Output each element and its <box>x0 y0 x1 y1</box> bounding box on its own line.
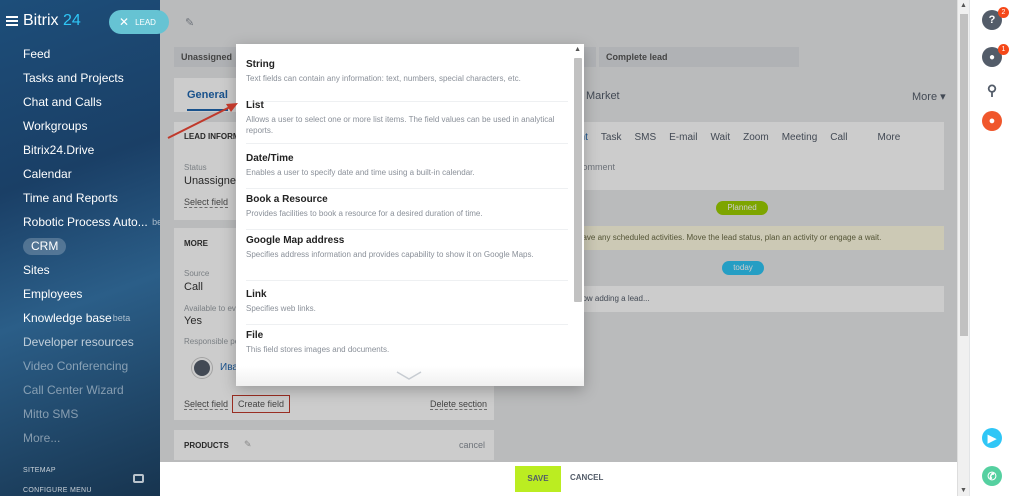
available-label: Available to eve <box>184 304 241 313</box>
tab-email[interactable]: E-mail <box>669 132 697 143</box>
sidebar-item-video[interactable]: Video Conferencing <box>0 356 160 380</box>
pencil-icon[interactable]: ✎ <box>244 439 252 450</box>
sidebar-item-drive[interactable]: Bitrix24.Drive <box>0 140 160 164</box>
annotation-arrow <box>167 103 238 139</box>
responsible-label: Responsible pe <box>184 337 240 346</box>
close-icon: ✕ <box>119 15 130 29</box>
avatar[interactable]: ● <box>982 111 1002 131</box>
section-title: MORE <box>184 239 208 248</box>
phone-icon[interactable]: ✆ <box>982 466 1002 486</box>
status-label: Status <box>184 163 207 172</box>
sidebar-item-knowledge-base[interactable]: Knowledge basebeta <box>0 308 160 332</box>
tab-more[interactable]: More <box>878 132 901 143</box>
chevron-down-icon: ▾ <box>940 91 946 103</box>
field-type-list[interactable]: List Allows a user to select one or more… <box>246 100 568 144</box>
avatar[interactable] <box>192 358 212 378</box>
sidebar-item-tasks[interactable]: Tasks and Projects <box>0 68 160 92</box>
search-icon[interactable]: ⚲ <box>982 80 1002 100</box>
left-sidebar: Bitrix 24 Feed Tasks and Projects Chat a… <box>0 0 160 496</box>
sidebar-item-crm[interactable]: CRM <box>0 236 160 260</box>
sitemap-link[interactable]: SITEMAP <box>23 467 56 474</box>
sidebar-item-feed[interactable]: Feed <box>0 44 160 68</box>
scroll-up-icon[interactable]: ▲ <box>574 46 581 53</box>
tab-market[interactable]: Market <box>586 90 620 102</box>
available-value[interactable]: Yes <box>184 315 202 327</box>
activity-editor: ent Task SMS E-mail Wait Zoom Meeting Ca… <box>574 122 944 190</box>
source-label: Source <box>184 269 210 278</box>
planned-badge: Planned <box>716 201 768 215</box>
configure-menu-link[interactable]: CONFIGURE MENU <box>23 487 92 494</box>
sidebar-item-sites[interactable]: Sites <box>0 260 160 284</box>
select-field-link[interactable]: Select field <box>184 399 229 410</box>
printer-icon[interactable] <box>133 474 144 483</box>
sidebar-item-developer[interactable]: Developer resources <box>0 332 160 356</box>
sidebar-item-chat[interactable]: Chat and Calls <box>0 92 160 116</box>
right-panel: ? 2 ● 1 ⚲ ● ▶ ✆ <box>969 0 1023 496</box>
status-value[interactable]: Unassigned <box>184 175 242 187</box>
open-lines-icon[interactable]: ▶ <box>982 428 1002 448</box>
scroll-down-icon[interactable]: ▼ <box>960 487 967 494</box>
tab-task[interactable]: Task <box>601 132 622 143</box>
scroll-up-icon[interactable]: ▲ <box>960 2 967 9</box>
sidebar-item-workgroups[interactable]: Workgroups <box>0 116 160 140</box>
logo[interactable]: Bitrix 24 <box>23 12 81 30</box>
help-badge: 2 <box>998 7 1009 18</box>
products-cancel-link[interactable]: cancel <box>459 440 485 450</box>
field-type-string[interactable]: String Text fields can contain any infor… <box>246 59 568 102</box>
create-field-button[interactable]: Create field <box>232 395 290 413</box>
chevron-down-icon[interactable] <box>396 371 422 381</box>
stage-complete-lead[interactable]: Complete lead <box>599 47 799 67</box>
menu-icon[interactable] <box>6 16 18 26</box>
sidebar-item-more[interactable]: More... <box>0 428 160 452</box>
no-activities-notice: have any scheduled activities. Move the … <box>574 226 944 250</box>
field-type-datetime[interactable]: Date/Time Enables a user to specify date… <box>246 153 568 189</box>
section-title: PRODUCTS <box>184 441 229 450</box>
sidebar-item-time-reports[interactable]: Time and Reports <box>0 188 160 212</box>
sidebar-item-rpa[interactable]: Robotic Process Auto... beta <box>0 212 160 236</box>
field-type-dropdown: String Text fields can contain any infor… <box>236 44 584 386</box>
today-badge: today <box>722 261 764 275</box>
tab-zoom[interactable]: Zoom <box>743 132 769 143</box>
tab-meeting[interactable]: Meeting <box>782 132 818 143</box>
tab-wait[interactable]: Wait <box>710 132 730 143</box>
field-type-google-map[interactable]: Google Map address Specifies address inf… <box>246 235 568 281</box>
source-value[interactable]: Call <box>184 281 203 293</box>
timeline-item: how adding a lead... <box>574 286 944 312</box>
dropdown-scrollbar[interactable] <box>574 58 582 302</box>
scrollbar-thumb[interactable] <box>960 14 968 336</box>
paperclip-icon[interactable]: ✎ <box>185 16 194 29</box>
sidebar-item-employees[interactable]: Employees <box>0 284 160 308</box>
tabs-more-button[interactable]: More ▾ <box>912 90 946 103</box>
lead-slider-button[interactable]: ✕ LEAD <box>109 10 169 34</box>
field-type-book-resource[interactable]: Book a Resource Provides facilities to b… <box>246 194 568 230</box>
sidebar-item-calendar[interactable]: Calendar <box>0 164 160 188</box>
tab-sms[interactable]: SMS <box>634 132 656 143</box>
page-scrollbar[interactable]: ▲ ▼ <box>957 0 969 496</box>
field-type-link[interactable]: Link Specifies web links. <box>246 289 568 325</box>
field-type-file[interactable]: File This field stores images and docume… <box>246 330 568 366</box>
delete-section-link[interactable]: Delete section <box>430 399 488 410</box>
sidebar-item-mitto-sms[interactable]: Mitto SMS <box>0 404 160 428</box>
sidebar-item-call-center[interactable]: Call Center Wizard <box>0 380 160 404</box>
select-field-link[interactable]: Select field <box>184 197 229 208</box>
activity-tabs: ent Task SMS E-mail Wait Zoom Meeting Ca… <box>574 132 913 143</box>
sidebar-menu: Feed Tasks and Projects Chat and Calls W… <box>0 44 160 452</box>
products-section: PRODUCTS ✎ cancel <box>174 430 494 460</box>
notification-badge: 1 <box>998 44 1009 55</box>
tab-call[interactable]: Call <box>830 132 847 143</box>
